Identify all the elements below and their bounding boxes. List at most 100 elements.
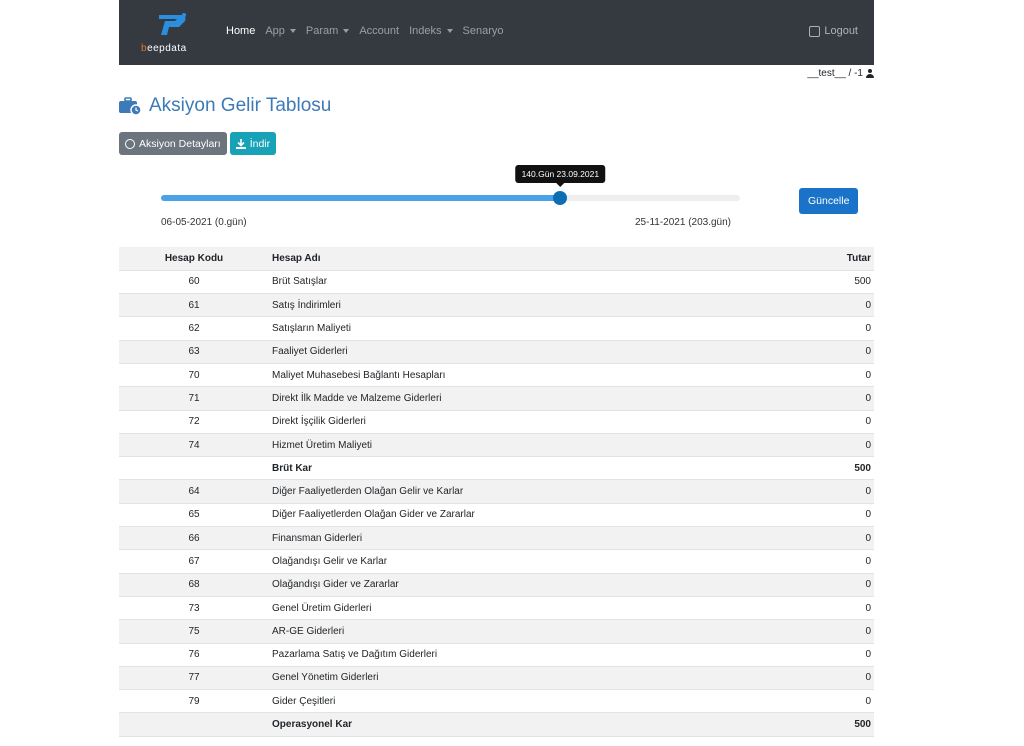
table-row: 60 Brüt Satışlar 500: [119, 270, 874, 295]
table-row: 72 Direkt İşçilik Giderleri 0: [119, 410, 874, 434]
cell-name: Gider Çeşitleri: [269, 689, 754, 714]
cell-name: Operasyonel Kar: [269, 712, 754, 737]
cell-code: 65: [119, 503, 269, 528]
download-button[interactable]: İndir: [229, 132, 277, 155]
cell-amount: 0: [754, 596, 874, 621]
cell-code: 76: [119, 643, 269, 667]
cell-name: Genel Üretim Giderleri: [269, 596, 754, 621]
table-row: 77 Genel Yönetim Giderleri 0: [119, 666, 874, 691]
cell-amount: 0: [754, 619, 874, 644]
cell-code: 64: [119, 479, 269, 504]
cell-name: Faaliyet Giderleri: [269, 340, 754, 364]
cell-amount: 0: [754, 479, 874, 504]
arrow-circle-left-icon: [125, 138, 135, 149]
table-row: 79 Gider Çeşitleri 0: [119, 689, 874, 714]
nav-item-param[interactable]: Param: [306, 25, 350, 37]
sign-out-icon: [809, 25, 821, 37]
logo-icon: [159, 13, 186, 35]
nav-item-home[interactable]: Home: [226, 25, 255, 37]
date-slider[interactable]: 140.Gün 23.09.2021: [161, 165, 740, 205]
chevron-down-icon: [446, 29, 453, 33]
cell-name: Satışların Maliyeti: [269, 316, 754, 341]
cell-code: 75: [119, 619, 269, 644]
cell-code: 70: [119, 363, 269, 388]
cell-amount: 0: [754, 573, 874, 597]
user-info: __test__ / -1: [807, 68, 874, 79]
aksiyon-detaylari-button[interactable]: Aksiyon Detayları: [119, 132, 227, 155]
nav-item-app[interactable]: App: [265, 25, 296, 37]
cell-amount: 0: [754, 316, 874, 341]
user-icon: [866, 69, 874, 78]
table-row: 75 AR-GE Giderleri 0: [119, 619, 874, 644]
cell-name: Finansman Giderleri: [269, 526, 754, 551]
cell-name: Satış İndirimleri: [269, 293, 754, 318]
cell-code: 79: [119, 689, 269, 714]
chevron-down-icon: [343, 29, 350, 33]
cell-name: Olağandışı Gelir ve Karlar: [269, 549, 754, 574]
table-row: 65 Diğer Faaliyetlerden Olağan Gider ve Z…: [119, 503, 874, 528]
table-header-row: Hesap Kodu Hesap Adı Tutar: [119, 247, 874, 271]
table-row: 61 Satış İndirimleri 0: [119, 293, 874, 318]
cell-code: 61: [119, 293, 269, 318]
table-row: 68 Olağandışı Gider ve Zararlar 0: [119, 573, 874, 597]
cell-code: 72: [119, 410, 269, 434]
cell-amount: 500: [754, 712, 874, 737]
cell-code: 68: [119, 573, 269, 597]
table-row: 71 Direkt İlk Madde ve Malzeme Giderleri 0: [119, 386, 874, 411]
cell-name: Genel Yönetim Giderleri: [269, 666, 754, 691]
nav-item-senaryo[interactable]: Senaryo: [463, 25, 504, 37]
table-row: 63 Faaliyet Giderleri 0: [119, 340, 874, 364]
cell-amount: 0: [754, 666, 874, 691]
slider-tooltip: 140.Gün 23.09.2021: [515, 165, 606, 187]
table-row: 70 Maliyet Muhasebesi Bağlantı Hesapları 0: [119, 363, 874, 388]
cell-code: 71: [119, 386, 269, 411]
cell-name: Direkt İşçilik Giderleri: [269, 410, 754, 434]
cell-code: 74: [119, 433, 269, 458]
table-row: 67 Olağandışı Gelir ve Karlar 0: [119, 549, 874, 574]
cell-name: Pazarlama Satış ve Dağıtım Giderleri: [269, 643, 754, 667]
table-row: 74 Hizmet Üretim Maliyeti 0: [119, 433, 874, 458]
cell-code: 77: [119, 666, 269, 691]
cell-amount: 500: [754, 456, 874, 481]
slider-handle[interactable]: [553, 191, 568, 205]
logout-link[interactable]: Logout: [809, 25, 858, 37]
table-body: 60 Brüt Satışlar 500 61 Satış İndirimleri 0 62…: [119, 270, 874, 737]
cell-code: 66: [119, 526, 269, 551]
cell-amount: 0: [754, 689, 874, 714]
cell-amount: 0: [754, 643, 874, 667]
cell-amount: 0: [754, 340, 874, 364]
brand-text: beepdata: [141, 43, 187, 54]
cell-amount: 0: [754, 386, 874, 411]
cell-amount: 0: [754, 410, 874, 434]
cell-name: Direkt İlk Madde ve Malzeme Giderleri: [269, 386, 754, 411]
slider-max-label: 25-11-2021 (203.gün): [635, 217, 731, 228]
table-row: Brüt Kar 500: [119, 456, 874, 481]
cell-amount: 500: [754, 270, 874, 295]
table-row: 76 Pazarlama Satış ve Dağıtım Giderleri 0: [119, 643, 874, 667]
slider-fill: [161, 195, 561, 201]
cell-amount: 0: [754, 526, 874, 551]
cell-code: 63: [119, 340, 269, 364]
cell-code: [119, 456, 269, 481]
nav-item-indeks[interactable]: Indeks: [409, 25, 453, 37]
col-header-code[interactable]: Hesap Kodu: [119, 247, 269, 271]
table-row: 73 Genel Üretim Giderleri 0: [119, 596, 874, 621]
download-icon: [235, 138, 246, 149]
cell-code: [119, 712, 269, 737]
cell-code: 62: [119, 316, 269, 341]
cell-name: AR-GE Giderleri: [269, 619, 754, 644]
update-button[interactable]: Güncelle: [799, 188, 859, 214]
cell-name: Brüt Kar: [269, 456, 754, 481]
cell-name: Hizmet Üretim Maliyeti: [269, 433, 754, 458]
page-container: beepdata Home App Param Account Indeks S…: [119, 0, 874, 737]
cell-name: Brüt Satışlar: [269, 270, 754, 295]
cell-code: 73: [119, 596, 269, 621]
cell-code: 60: [119, 270, 269, 295]
brand-logo[interactable]: beepdata: [141, 11, 201, 57]
col-header-name[interactable]: Hesap Adı: [269, 247, 754, 271]
main-nav: Home App Param Account Indeks Senaryo: [226, 25, 513, 37]
chevron-down-icon: [289, 29, 296, 33]
nav-item-account[interactable]: Account: [359, 25, 399, 37]
col-header-amount[interactable]: Tutar: [754, 247, 874, 271]
table-row: Operasyonel Kar 500: [119, 712, 874, 737]
